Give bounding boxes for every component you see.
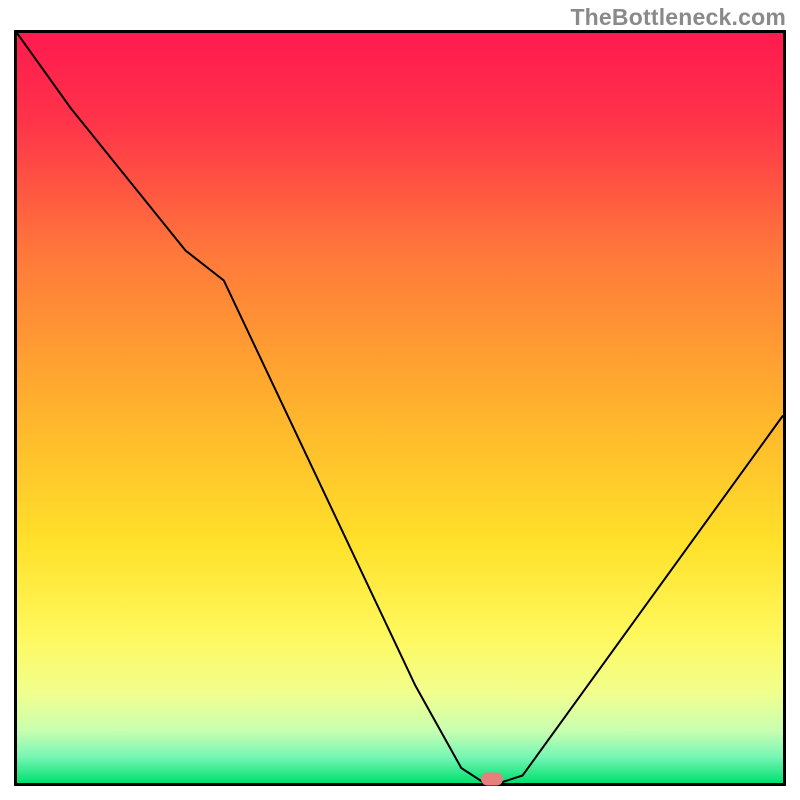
chart-frame bbox=[14, 30, 786, 786]
bottleneck-curve-path bbox=[17, 33, 783, 783]
optimal-point-marker bbox=[481, 773, 503, 786]
chart-line bbox=[17, 33, 783, 783]
watermark-text: TheBottleneck.com bbox=[570, 4, 786, 31]
